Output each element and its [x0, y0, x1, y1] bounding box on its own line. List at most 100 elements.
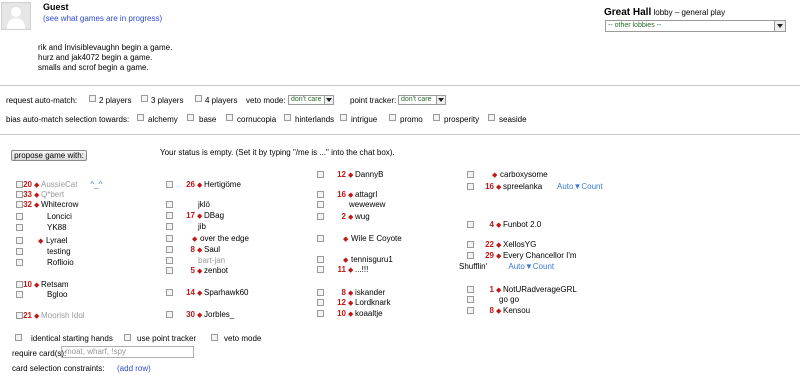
hall-title: Great Hall lobby – general play: [604, 7, 725, 18]
player-name[interactable]: Every Chancellor I'm: [503, 251, 577, 260]
player-name[interactable]: NotURadverageGRL: [503, 285, 577, 294]
player-name[interactable]: Jorbles_: [204, 310, 234, 319]
player-name[interactable]: testing: [47, 247, 71, 256]
games-in-progress-link[interactable]: (see what games are in progress): [43, 14, 162, 23]
player-name[interactable]: Moorish Idol: [41, 311, 85, 320]
player-checkbox[interactable]: [16, 237, 23, 244]
player-checkbox[interactable]: [166, 289, 173, 296]
players-2-checkbox[interactable]: [89, 95, 96, 102]
set-hinterlands-checkbox[interactable]: [284, 114, 291, 121]
set-intrigue-checkbox[interactable]: [340, 114, 347, 121]
player-name[interactable]: Kensou: [503, 306, 530, 315]
player-name[interactable]: Saul: [204, 245, 220, 254]
player-checkbox[interactable]: [467, 221, 474, 228]
player-checkbox[interactable]: [317, 310, 324, 317]
require-cards-input[interactable]: moat, wharf, !spy: [61, 346, 194, 358]
player-name[interactable]: bart-jan: [198, 256, 225, 265]
diamond-icon: ◆: [197, 213, 203, 220]
player-name[interactable]: Wile E Coyote: [351, 234, 402, 243]
set-promo-checkbox[interactable]: [389, 114, 396, 121]
player-checkbox[interactable]: [16, 213, 23, 220]
player-checkbox[interactable]: [166, 201, 173, 208]
player-name[interactable]: wewewew: [349, 200, 385, 209]
player-checkbox[interactable]: [317, 289, 324, 296]
player-checkbox[interactable]: [317, 256, 324, 263]
player-name[interactable]: AussieCat: [41, 180, 77, 189]
propose-game-button[interactable]: propose game with:: [11, 150, 87, 161]
player-checkbox[interactable]: [467, 171, 474, 178]
player-checkbox[interactable]: [166, 223, 173, 230]
player-checkbox[interactable]: [166, 235, 173, 242]
player-name[interactable]: over the edge: [200, 234, 249, 243]
player-name[interactable]: XellosYG: [503, 240, 536, 249]
player-name[interactable]: go go: [499, 295, 519, 304]
player-name[interactable]: YK88: [47, 223, 67, 232]
player-name[interactable]: zenbot: [204, 266, 228, 275]
player-name[interactable]: Funbot 2.0: [503, 220, 541, 229]
player-name[interactable]: DannyB: [355, 170, 383, 179]
player-name[interactable]: ...!!!: [355, 265, 368, 274]
player-checkbox[interactable]: [467, 296, 474, 303]
player-checkbox[interactable]: [166, 212, 173, 219]
set-base-checkbox[interactable]: [187, 114, 194, 121]
player-checkbox[interactable]: [166, 257, 173, 264]
add-row-link[interactable]: (add row): [117, 364, 151, 373]
player-name[interactable]: Whitecrow: [41, 200, 78, 209]
player-checkbox[interactable]: [166, 311, 173, 318]
player-checkbox[interactable]: [467, 183, 474, 190]
players-4-checkbox[interactable]: [195, 95, 202, 102]
identical-hands-checkbox[interactable]: [15, 334, 22, 341]
player-name[interactable]: Shufflin': [459, 262, 487, 271]
player-name[interactable]: tennisguru1: [351, 255, 393, 264]
player-name[interactable]: Lyrael: [46, 236, 68, 245]
player-checkbox[interactable]: [317, 213, 324, 220]
player-name[interactable]: Q*bert: [41, 190, 64, 199]
player-checkbox[interactable]: [317, 235, 324, 242]
player-checkbox[interactable]: [166, 181, 173, 188]
player-name[interactable]: Lordknark: [355, 298, 391, 307]
player-name[interactable]: spreelanka: [503, 182, 542, 191]
player-checkbox[interactable]: [16, 291, 23, 298]
diamond-icon: ◆: [348, 267, 354, 274]
player-name[interactable]: jib: [198, 222, 206, 231]
hall-name: Great Hall: [604, 7, 652, 18]
set-cornucopia-checkbox[interactable]: [226, 114, 233, 121]
player-name[interactable]: Hertigöme: [204, 180, 241, 189]
player-name[interactable]: Roflioio: [47, 258, 74, 267]
point-tracker-select[interactable]: don't care: [398, 95, 446, 105]
player-name[interactable]: Sparhawk60: [204, 288, 248, 297]
player-checkbox[interactable]: [16, 259, 23, 266]
player-checkbox[interactable]: [317, 191, 324, 198]
player-checkbox[interactable]: [467, 307, 474, 314]
player-checkbox[interactable]: [166, 246, 173, 253]
player-checkbox[interactable]: [467, 286, 474, 293]
player-checkbox[interactable]: [317, 266, 324, 273]
player-checkbox[interactable]: [16, 248, 23, 255]
player-name[interactable]: koaaltje: [355, 309, 383, 318]
player-name[interactable]: iskander: [355, 288, 385, 297]
player-checkbox[interactable]: [467, 252, 474, 259]
set-seaside-checkbox[interactable]: [488, 114, 495, 121]
player-checkbox[interactable]: [16, 224, 23, 231]
use-point-tracker-checkbox[interactable]: [124, 334, 131, 341]
player-checkbox[interactable]: [166, 267, 173, 274]
set-alchemy-checkbox[interactable]: [137, 114, 144, 121]
player-name[interactable]: Bgloo: [47, 290, 67, 299]
player-name[interactable]: Loncici: [47, 212, 72, 221]
lobby-select[interactable]: -- other lobbies --: [605, 20, 786, 32]
player-name[interactable]: carboxysome: [500, 170, 548, 179]
player-name[interactable]: jklö: [198, 200, 210, 209]
veto-mode-select[interactable]: don't care: [288, 95, 334, 105]
set-prosperity-checkbox[interactable]: [433, 114, 440, 121]
player-name[interactable]: attagrl: [355, 190, 377, 199]
player-checkbox[interactable]: [317, 201, 324, 208]
player-checkbox[interactable]: [467, 241, 474, 248]
player-name[interactable]: Retsam: [41, 280, 69, 289]
player-name[interactable]: wug: [355, 212, 370, 221]
veto-mode-checkbox[interactable]: [211, 334, 218, 341]
player-checkbox[interactable]: [317, 299, 324, 306]
player-checkbox[interactable]: [317, 171, 324, 178]
player-rating: 12: [337, 170, 346, 179]
players-3-checkbox[interactable]: [141, 95, 148, 102]
player-name[interactable]: DBag: [204, 211, 224, 220]
